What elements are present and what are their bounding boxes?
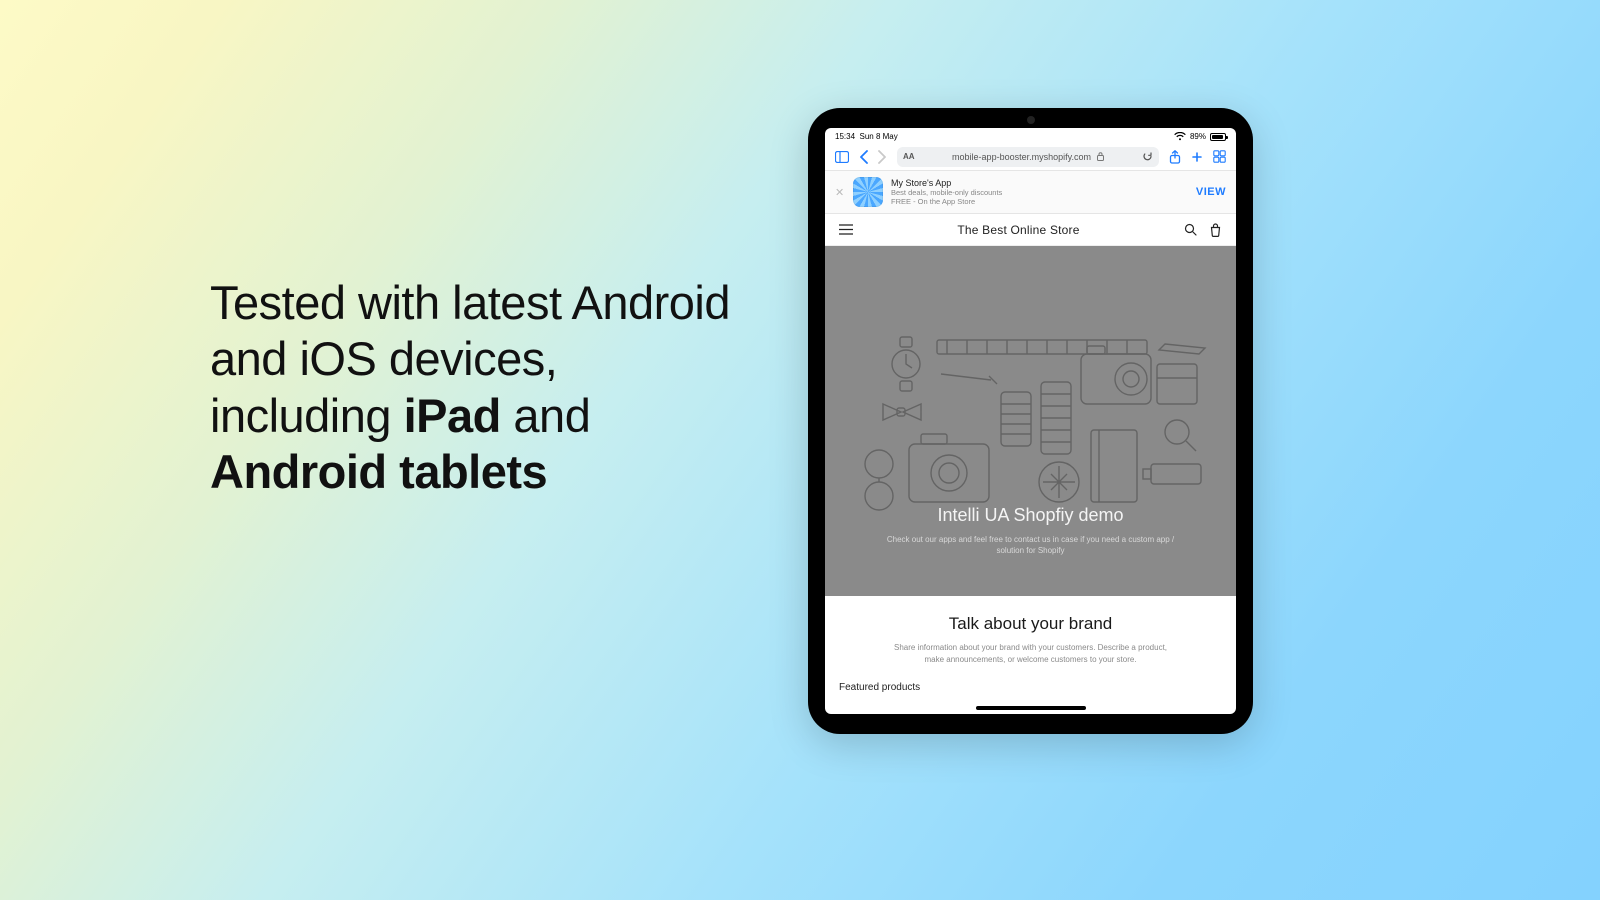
wifi-icon	[1174, 132, 1186, 141]
text-size-icon[interactable]: AA	[903, 152, 915, 161]
battery-icon	[1210, 133, 1226, 141]
home-indicator[interactable]	[976, 706, 1086, 710]
store-title: The Best Online Store	[957, 223, 1079, 237]
hero-title: Intelli UA Shopfiy demo	[937, 505, 1123, 526]
promo-canvas: Tested with latest Android and iOS devic…	[0, 0, 1600, 900]
sidebar-icon[interactable]	[835, 151, 849, 163]
url-text: mobile-app-booster.myshopify.com	[952, 152, 1091, 162]
close-icon[interactable]: ✕	[835, 186, 845, 199]
headline-text-2: and	[501, 389, 590, 442]
banner-title: My Store's App	[891, 178, 1188, 188]
lock-icon	[1097, 152, 1104, 161]
battery-percent: 89%	[1190, 132, 1206, 141]
hero-section: Intelli UA Shopfiy demo Check out our ap…	[825, 246, 1236, 596]
smart-app-banner: ✕ My Store's App Best deals, mobile-only…	[825, 171, 1236, 214]
back-icon[interactable]	[859, 150, 868, 164]
share-icon[interactable]	[1169, 150, 1181, 164]
banner-meta: My Store's App Best deals, mobile-only d…	[891, 178, 1188, 207]
store-header: The Best Online Store	[825, 214, 1236, 246]
brand-section: Talk about your brand Share information …	[825, 596, 1236, 674]
cart-icon[interactable]	[1209, 223, 1222, 237]
ipad-device-frame: 15:34 Sun 8 May 89%	[808, 108, 1253, 734]
brand-body: Share information about your brand with …	[891, 642, 1171, 666]
status-right: 89%	[1174, 132, 1226, 141]
safari-toolbar: AA mobile-app-booster.myshopify.com	[825, 143, 1236, 171]
featured-heading: Featured products	[825, 674, 1236, 693]
reload-icon[interactable]	[1142, 151, 1153, 162]
ipad-screen: 15:34 Sun 8 May 89%	[825, 128, 1236, 714]
banner-view-button[interactable]: VIEW	[1196, 186, 1226, 198]
hero-subtitle: Check out our apps and feel free to cont…	[881, 534, 1181, 556]
headline-bold-android: Android tablets	[210, 445, 547, 498]
hero-illustration	[851, 334, 1211, 514]
status-date: Sun 8 May	[859, 132, 897, 141]
front-camera	[1027, 116, 1035, 124]
app-icon	[853, 177, 883, 207]
new-tab-icon[interactable]	[1191, 151, 1203, 163]
forward-icon	[878, 150, 887, 164]
menu-icon[interactable]	[839, 224, 853, 235]
ios-status-bar: 15:34 Sun 8 May 89%	[825, 128, 1236, 143]
banner-line1: Best deals, mobile-only discounts	[891, 188, 1188, 197]
status-time: 15:34	[835, 132, 855, 141]
headline-bold-ipad: iPad	[404, 389, 501, 442]
marketing-headline: Tested with latest Android and iOS devic…	[210, 275, 750, 501]
search-icon[interactable]	[1184, 223, 1197, 237]
address-bar[interactable]: AA mobile-app-booster.myshopify.com	[897, 147, 1159, 167]
tabs-icon[interactable]	[1213, 150, 1226, 163]
status-left: 15:34 Sun 8 May	[835, 132, 898, 141]
banner-line2: FREE - On the App Store	[891, 197, 1188, 206]
brand-title: Talk about your brand	[845, 614, 1216, 634]
